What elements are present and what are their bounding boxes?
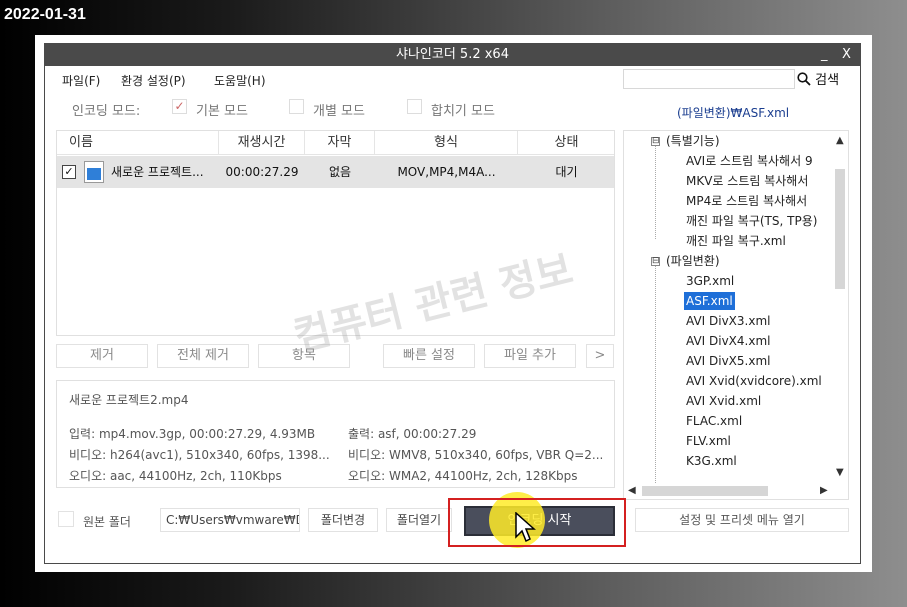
tree-horizontal-scrollbar[interactable]: ◀ ▶	[624, 483, 834, 499]
row-checkbox[interactable]: ✓	[62, 165, 76, 179]
column-header-subtitle[interactable]: 자막	[305, 131, 375, 155]
column-header-name[interactable]: 이름	[57, 131, 219, 155]
video-file-icon	[84, 161, 104, 183]
cursor-icon	[515, 512, 536, 543]
scrollbar-thumb[interactable]	[642, 486, 768, 496]
basic-mode-checkbox[interactable]: ✓	[172, 99, 187, 114]
collapse-icon[interactable]: ⊟	[651, 257, 660, 266]
search-input[interactable]	[623, 69, 795, 89]
merge-mode-checkbox[interactable]	[407, 99, 422, 114]
column-header-format[interactable]: 형식	[375, 131, 518, 155]
encoding-mode-label: 인코딩 모드:	[72, 104, 141, 119]
collapse-icon[interactable]: ⊟	[651, 137, 660, 146]
row-name: 새로운 프로젝트...	[111, 165, 204, 179]
tree-item[interactable]: 3GP.xml	[686, 272, 734, 290]
change-folder-button[interactable]: 폴더변경	[308, 508, 378, 532]
scrollbar-thumb[interactable]	[835, 169, 845, 289]
tree-group-special[interactable]: (특별기능)	[666, 132, 720, 150]
file-info-panel: 새로운 프로젝트2.mp4 입력: mp4.mov.3gp, 00:00:27.…	[56, 380, 615, 488]
settings-menu-button[interactable]: 설정 및 프리셋 메뉴 열기	[635, 508, 849, 532]
tree-group-convert[interactable]: (파일변환)	[666, 252, 720, 270]
column-header-duration[interactable]: 재생시간	[219, 131, 305, 155]
tree-item[interactable]: AVI Xvid(xvidcore).xml	[686, 372, 822, 390]
row-format: MOV,MP4,M4A...	[397, 165, 496, 179]
title-bar: 샤나인코더 5.2 x64 _ X	[45, 44, 860, 66]
menu-bar: 파일(F) 환경 설정(P) 도움말(H) 검색	[45, 66, 860, 92]
merge-mode-label: 합치기 모드	[431, 104, 495, 119]
info-output-video: 비디오: WMV8, 510x340, 60fps, VBR Q=2...	[348, 448, 604, 462]
scroll-right-icon[interactable]: ▶	[820, 485, 828, 496]
scroll-down-icon[interactable]: ▼	[836, 467, 844, 478]
info-output: 출력: asf, 00:00:27.29	[348, 427, 477, 441]
source-folder-checkbox[interactable]	[58, 511, 74, 527]
tree-item[interactable]: FLV.xml	[686, 432, 731, 450]
info-input: 입력: mp4.mov.3gp, 00:00:27.29, 4.93MB	[69, 427, 316, 441]
window-title: 샤나인코더 5.2 x64	[396, 47, 509, 62]
search-label: 검색	[815, 73, 840, 88]
tree-item[interactable]: AVI DivX4.xml	[686, 332, 770, 350]
tree-item[interactable]: 깨진 파일 복구(TS, TP용)	[686, 212, 817, 230]
date-label: 2022-01-31	[4, 6, 86, 23]
remove-all-button[interactable]: 전체 제거	[157, 344, 249, 368]
tree-item[interactable]: MKV로 스트림 복사해서	[686, 172, 808, 190]
individual-mode-checkbox[interactable]	[289, 99, 304, 114]
minimize-button[interactable]: _	[821, 44, 828, 66]
tree-item[interactable]: AVI DivX5.xml	[686, 352, 770, 370]
menu-help[interactable]: 도움말(H)	[214, 72, 266, 89]
tree-item[interactable]: 깨진 파일 복구.xml	[686, 232, 786, 250]
tree-item[interactable]: FLAC.xml	[686, 412, 742, 430]
app-window: 샤나인코더 5.2 x64 _ X 파일(F) 환경 설정(P) 도움말(H) …	[44, 43, 861, 564]
tree-item[interactable]: MP4로 스트림 복사해서	[686, 192, 807, 210]
tree-item[interactable]: K3G.xml	[686, 452, 737, 470]
more-button[interactable]: >	[586, 344, 614, 368]
info-filename: 새로운 프로젝트2.mp4	[69, 393, 189, 407]
tree-item[interactable]: AVI Xvid.xml	[686, 392, 761, 410]
search-icon	[797, 72, 811, 86]
tree-item-selected[interactable]: ASF.xml	[684, 292, 735, 310]
search-button[interactable]: 검색	[797, 69, 839, 88]
row-subtitle: 없음	[328, 165, 352, 179]
menu-file[interactable]: 파일(F)	[62, 72, 100, 89]
preset-path: (파일변환)₩ASF.xml	[677, 106, 790, 120]
quick-settings-button[interactable]: 빠른 설정	[383, 344, 475, 368]
table-row[interactable]: ✓ 새로운 프로젝트... 00:00:27.29 없음 MOV,MP4,M4A…	[57, 156, 614, 188]
basic-mode-label: 기본 모드	[196, 104, 248, 119]
info-input-audio: 오디오: aac, 44100Hz, 2ch, 110Kbps	[69, 469, 282, 483]
info-input-video: 비디오: h264(avc1), 510x340, 60fps, 1398...	[69, 448, 330, 462]
tree-item[interactable]: AVI로 스트림 복사해서 9	[686, 152, 813, 170]
tree-guide	[655, 145, 656, 239]
scroll-left-icon[interactable]: ◀	[628, 485, 636, 496]
screenshot-frame: 샤나인코더 5.2 x64 _ X 파일(F) 환경 설정(P) 도움말(H) …	[35, 35, 872, 572]
scroll-up-icon[interactable]: ▲	[836, 135, 844, 146]
output-path-field[interactable]: C:₩Users₩vmware₩D	[160, 508, 300, 532]
add-file-button[interactable]: 파일 추가	[484, 344, 576, 368]
list-header: 이름 재생시간 자막 형식 상태	[57, 131, 614, 155]
info-output-audio: 오디오: WMA2, 44100Hz, 2ch, 128Kbps	[348, 469, 578, 483]
bottom-bar: 원본 폴더 C:₩Users₩vmware₩D 폴더변경 폴더열기 설정 및 프…	[45, 492, 860, 548]
tree-item[interactable]: AVI DivX3.xml	[686, 312, 770, 330]
row-duration: 00:00:27.29	[225, 165, 299, 179]
preset-tree[interactable]: ⊟ (특별기능) AVI로 스트림 복사해서 9 MKV로 스트림 복사해서 M…	[623, 130, 849, 500]
open-folder-button[interactable]: 폴더열기	[386, 508, 452, 532]
source-folder-label: 원본 폴더	[83, 515, 131, 529]
tree-vertical-scrollbar[interactable]: ▲ ▼	[832, 131, 848, 483]
column-header-status[interactable]: 상태	[518, 131, 615, 155]
close-button[interactable]: X	[842, 44, 851, 66]
individual-mode-label: 개별 모드	[313, 104, 365, 119]
menu-settings[interactable]: 환경 설정(P)	[121, 72, 186, 89]
remove-button[interactable]: 제거	[56, 344, 148, 368]
tree-guide	[655, 265, 656, 499]
row-status: 대기	[555, 165, 578, 179]
